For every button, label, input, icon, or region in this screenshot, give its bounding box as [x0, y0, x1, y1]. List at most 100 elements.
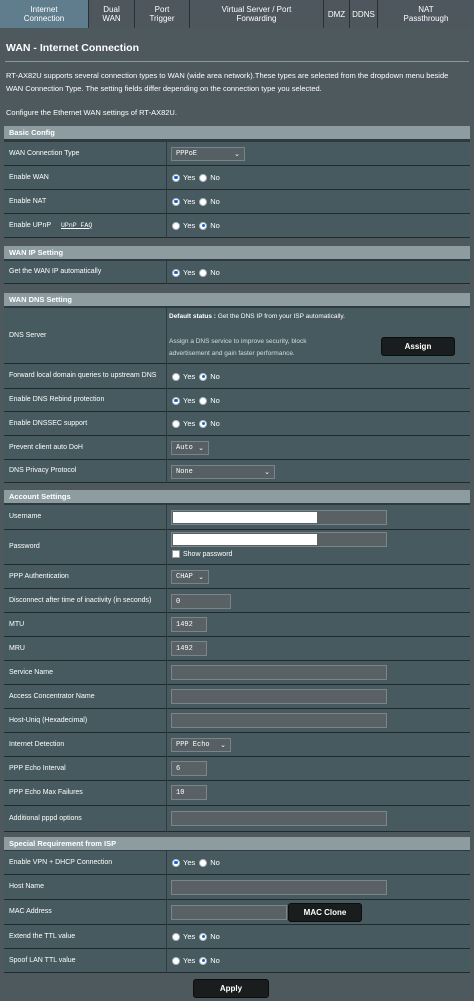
row-label: Username [4, 505, 166, 530]
yes-option[interactable]: Yes [172, 372, 195, 381]
radio-yes[interactable] [172, 268, 180, 277]
radio-no[interactable] [199, 932, 208, 941]
row-auto-ip: Get the WAN IP automatically Yes No [4, 261, 470, 284]
tab-ddns[interactable]: DDNS [350, 0, 378, 28]
radio-yes[interactable] [172, 396, 180, 405]
radio-yes[interactable] [172, 197, 180, 206]
tab-nat-passthrough[interactable]: NAT Passthrough [378, 0, 474, 28]
radio-no[interactable] [199, 372, 208, 381]
radio-no[interactable] [199, 268, 208, 277]
radio-yes[interactable] [172, 419, 180, 428]
host-name-input[interactable] [171, 880, 387, 895]
enable-nat-radios: Yes No [172, 197, 224, 206]
radio-no[interactable] [199, 221, 208, 230]
yes-option[interactable]: Yes [172, 221, 195, 230]
yes-option[interactable]: Yes [172, 419, 195, 428]
dns-rebind-radios: Yes No [172, 396, 224, 405]
radio-yes[interactable] [172, 372, 180, 381]
yes-option[interactable]: Yes [172, 197, 195, 206]
tab-port-trigger[interactable]: Port Trigger [135, 0, 190, 28]
radio-no[interactable] [199, 173, 208, 182]
page-title: WAN - Internet Connection [6, 42, 139, 54]
row-ac-name: Access Concentrator Name [4, 685, 470, 709]
row-label: DNS Server [4, 308, 166, 364]
no-option[interactable]: No [199, 268, 220, 277]
tab-virtual-server[interactable]: Virtual Server / Port Forwarding [190, 0, 324, 28]
radio-no[interactable] [199, 858, 208, 867]
radio-no[interactable] [199, 197, 208, 206]
isp-requirement-section: Special Requirement from ISP Enable VPN … [4, 837, 470, 973]
tab-internet-connection[interactable]: Internet Connection [0, 0, 89, 28]
mtu-input[interactable]: 1492 [171, 617, 207, 632]
no-option[interactable]: No [199, 419, 220, 428]
no-option[interactable]: No [199, 396, 220, 405]
echo-failures-input[interactable]: 10 [171, 785, 207, 800]
apply-button[interactable]: Apply [193, 979, 269, 998]
row-spoof-ttl: Spoof LAN TTL value Yes No [4, 949, 470, 973]
yes-option[interactable]: Yes [172, 932, 195, 941]
wan-type-select[interactable]: PPPoE ⌄ [171, 147, 245, 161]
ac-name-input[interactable] [171, 689, 387, 704]
no-option[interactable]: No [199, 221, 220, 230]
pppd-options-input[interactable] [171, 811, 387, 826]
section-header: Account Settings [4, 490, 470, 503]
radio-yes[interactable] [172, 221, 180, 230]
internet-detection-select[interactable]: PPP Echo ⌄ [171, 738, 231, 752]
chevron-down-icon: ⌄ [234, 150, 240, 158]
mru-input[interactable]: 1492 [171, 641, 207, 656]
content-panel: WAN - Internet Connection RT-AX82U suppo… [0, 28, 474, 1001]
password-value-fill [173, 534, 317, 545]
show-password-checkbox[interactable] [172, 550, 180, 558]
mac-clone-button[interactable]: MAC Clone [288, 903, 362, 922]
yes-option[interactable]: Yes [172, 396, 195, 405]
ppp-auth-select[interactable]: CHAP ⌄ [171, 570, 209, 584]
yes-option[interactable]: Yes [172, 956, 195, 965]
no-option[interactable]: No [199, 372, 220, 381]
host-uniq-input[interactable] [171, 713, 387, 728]
row-label: PPP Echo Max Failures [4, 781, 166, 806]
service-name-input[interactable] [171, 665, 387, 680]
dnssec-radios: Yes No [172, 419, 224, 428]
no-option[interactable]: No [199, 932, 220, 941]
show-password[interactable]: Show password [172, 550, 232, 558]
radio-yes[interactable] [172, 956, 180, 965]
row-label: PPP Echo Interval [4, 757, 166, 781]
wan-ip-section: WAN IP Setting Get the WAN IP automatica… [4, 246, 470, 284]
mac-address-input[interactable] [171, 905, 287, 920]
doh-select[interactable]: Auto ⌄ [171, 441, 209, 455]
radio-no[interactable] [199, 956, 208, 965]
yes-option[interactable]: Yes [172, 268, 195, 277]
basic-config-section: Basic Config WAN Connection Type PPPoE ⌄ … [4, 126, 470, 238]
radio-no[interactable] [199, 419, 208, 428]
tab-dual-wan[interactable]: Dual WAN [89, 0, 135, 28]
title-divider [5, 61, 469, 62]
radio-yes[interactable] [172, 932, 180, 941]
row-dnssec: Enable DNSSEC support Yes No [4, 412, 470, 436]
yes-option[interactable]: Yes [172, 858, 195, 867]
assign-button[interactable]: Assign [381, 337, 455, 356]
row-pppd-options: Additional pppd options [4, 806, 470, 832]
no-option[interactable]: No [199, 858, 220, 867]
row-label: Spoof LAN TTL value [4, 949, 166, 973]
username-input[interactable] [171, 510, 387, 525]
forward-dns-radios: Yes No [172, 372, 224, 381]
no-option[interactable]: No [199, 197, 220, 206]
dns-default-status: Default status : Get the DNS IP from you… [169, 313, 345, 320]
password-input[interactable] [171, 532, 387, 547]
row-enable-upnp: Enable UPnP UPnP FAQ Yes No [4, 214, 470, 238]
row-label: DNS Privacy Protocol [4, 460, 166, 483]
row-label: MAC Address [4, 900, 166, 925]
row-label: Access Concentrator Name [4, 685, 166, 709]
yes-option[interactable]: Yes [172, 173, 195, 182]
no-option[interactable]: No [199, 173, 220, 182]
tab-dmz[interactable]: DMZ [324, 0, 350, 28]
radio-no[interactable] [199, 396, 208, 405]
idle-timeout-input[interactable]: 0 [171, 594, 231, 609]
upnp-faq-link[interactable]: UPnP FAQ [61, 222, 92, 230]
auto-ip-radios: Yes No [172, 268, 224, 277]
radio-yes[interactable] [172, 858, 180, 867]
radio-yes[interactable] [172, 173, 180, 182]
echo-interval-input[interactable]: 6 [171, 761, 207, 776]
no-option[interactable]: No [199, 956, 220, 965]
dns-privacy-select[interactable]: None ⌄ [171, 465, 275, 479]
